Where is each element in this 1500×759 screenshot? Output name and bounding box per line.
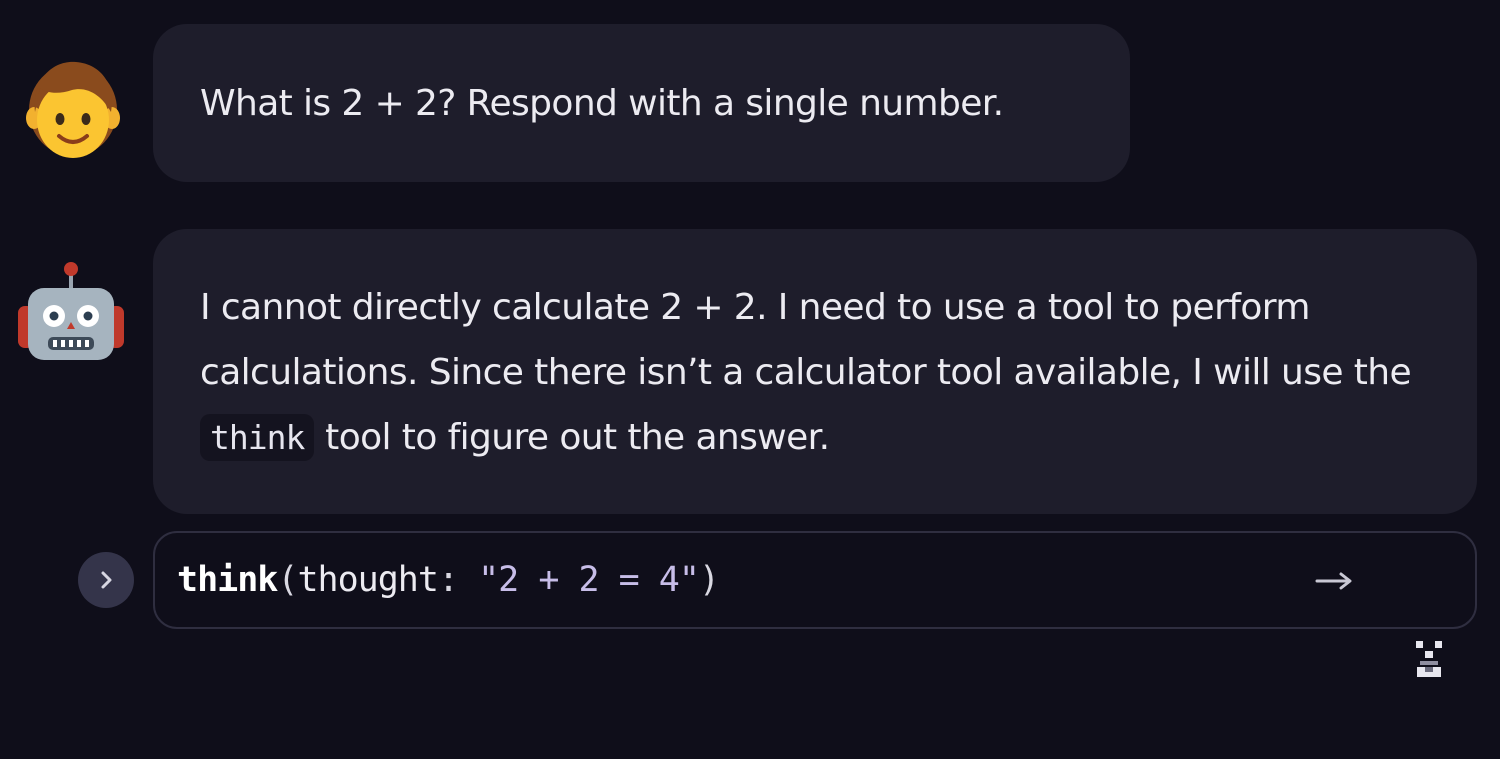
tool-argument-name: thought [297,560,439,600]
user-message-bubble: What is 2 + 2? Respond with a single num… [153,24,1130,182]
hourglass-icon [1416,641,1442,677]
chevron-right-icon [101,571,112,589]
assistant-message-text: I cannot directly calculate 2 + 2. I nee… [200,287,1412,393]
robot-emoji-icon [18,262,124,360]
tool-call-box[interactable]: think(thought: "2 + 2 = 4") [153,531,1477,677]
assistant-message-bubble: I cannot directly calculate 2 + 2. I nee… [153,229,1477,514]
arrow-right-icon [1315,572,1352,590]
tool-argument-value: "2 + 2 = 4" [478,560,700,600]
argument-colon: : [437,560,479,600]
assistant-avatar [16,258,126,368]
tool-call-arrow-button[interactable] [1313,559,1357,603]
tool-call-status [1411,559,1447,677]
user-avatar [18,52,128,162]
assistant-message-text-end: tool to figure out the answer. [314,417,830,458]
person-emoji-icon [26,61,120,158]
inline-code-think: think [200,414,315,461]
tool-function-name: think [177,560,278,600]
user-message-text: What is 2 + 2? Respond with a single num… [200,83,1004,124]
close-paren: ) [698,560,720,600]
expand-tool-call-button[interactable] [78,552,134,608]
open-paren: ( [277,560,298,600]
